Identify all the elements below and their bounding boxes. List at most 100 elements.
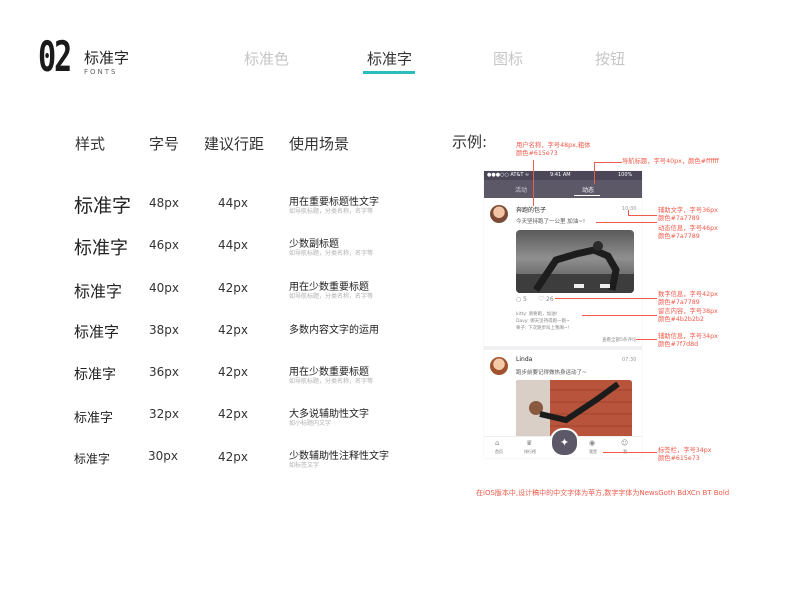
view-all-comments-link[interactable]: 查看全部5条评论 — [602, 337, 636, 343]
annotation-nav-title: 导航标题，字号40px，颜色#ffffff — [622, 158, 719, 165]
comment-user[interactable]: kitty: — [516, 312, 527, 317]
post-time: 07:30 — [622, 357, 637, 363]
tab-colors[interactable]: 标准色 — [244, 48, 289, 69]
post-username[interactable]: Linda — [516, 356, 532, 363]
heart-icon[interactable]: ♡ — [538, 295, 544, 303]
comment-user[interactable]: Davy: — [516, 319, 529, 324]
post-time: 10:30 — [622, 206, 637, 212]
annotation-leader — [582, 315, 657, 316]
tab-fonts[interactable]: 标准字 — [367, 48, 412, 69]
tab-label-home[interactable]: 首页 — [489, 449, 509, 455]
avatar[interactable] — [490, 205, 508, 223]
usage-hint: 如导航标题，分类名称，名字等 — [289, 250, 374, 257]
example-label: 示例: — [452, 133, 488, 151]
post-photo[interactable] — [516, 380, 632, 438]
annotation-leader — [596, 222, 657, 223]
usage-hint: 如导航标题，分类名称，名字等 — [289, 208, 374, 215]
carrier-signal: ●●●○○ AT&T ≈ — [487, 172, 530, 178]
line-height-value: 44px — [218, 196, 248, 210]
annotation-leader — [594, 162, 595, 184]
type-sample: 标准字 — [74, 367, 116, 383]
annotation-comment-content: 留言内容，字号38px 颜色#4b2b2b2 — [658, 308, 718, 323]
run-start-button[interactable]: ✦ — [550, 428, 579, 457]
line-height-value: 44px — [218, 238, 248, 252]
type-sample: 标准字 — [74, 195, 132, 217]
annotation-number-info: 数字信息，字号42px 颜色#7a7789 — [658, 291, 718, 306]
status-bar: ●●●○○ AT&T ≈ 9:41 AM 100% — [484, 171, 642, 180]
post-username[interactable]: 奔跑的包子 — [516, 205, 546, 214]
usage-hint: 如标签文字 — [289, 462, 320, 469]
bottom-tab-bar: ⌂ 首页 ♛ 排行榜 ✦ ◉ 我是 ☺ 我 — [484, 428, 642, 458]
section-subtitle: FONTS — [84, 68, 118, 76]
comment-count: 5 — [523, 296, 527, 303]
annotation-feed-info: 动态信息，字号46px 颜色#7a7789 — [658, 225, 718, 240]
annotation-leader — [533, 160, 534, 206]
globe-icon[interactable]: ◉ — [589, 439, 595, 447]
tab-buttons[interactable]: 按钮 — [595, 48, 625, 69]
workout-illustration — [516, 380, 632, 438]
comment-row: kitty: 真要跑，加油! — [516, 311, 558, 317]
font-size-value: 46px — [149, 238, 179, 252]
usage-hint: 如导航标题，分类名称，名字等 — [289, 378, 374, 385]
trophy-icon[interactable]: ♛ — [526, 439, 532, 447]
annotation-username: 用户名称，字号48px,粗体 颜色#615e73 — [516, 142, 591, 157]
usage-text: 多数内容文字的运用 — [289, 325, 379, 336]
nav-tab-activity[interactable]: 活动 — [515, 185, 527, 194]
usage-hint: 如导航标题，分类名称，名字等 — [289, 293, 374, 300]
tab-label-ranking[interactable]: 排行榜 — [520, 449, 540, 455]
battery-level: 100% — [618, 172, 633, 178]
font-size-value: 32px — [149, 407, 179, 421]
comment-icon[interactable]: ○ — [516, 296, 521, 303]
footnote: 在iOS版本中,设计稿中的中文字体为苹方,数字字体为NewsGoth BdXCn… — [476, 489, 730, 497]
font-size-value: 48px — [149, 196, 179, 210]
type-sample: 标准字 — [74, 452, 111, 466]
font-size-value: 40px — [149, 281, 179, 295]
tab-label-discover[interactable]: 我是 — [583, 449, 603, 455]
line-height-value: 42px — [218, 450, 248, 464]
font-size-value: 30px — [148, 449, 178, 463]
nav-tab-indicator — [574, 195, 600, 196]
comment-user[interactable]: 栗子: — [516, 326, 527, 331]
usage-hint: 如小标题内文字 — [289, 420, 332, 427]
comment-text: 下次跑步叫上我啊~! — [527, 326, 570, 331]
section-number: 02 — [38, 32, 72, 81]
type-sample: 标准字 — [74, 323, 120, 341]
comment-row: Davy: 哪天坚持得跑一跑~ — [516, 318, 570, 324]
annotation-leader — [594, 162, 622, 163]
feed-divider — [484, 346, 642, 350]
column-header-usage: 使用场景 — [289, 135, 350, 153]
annotation-leader — [628, 215, 657, 216]
line-height-value: 42px — [218, 407, 248, 421]
post-text: 今天坚持跑了一公里 加油~! — [516, 219, 586, 225]
type-sample: 标准字 — [74, 282, 123, 301]
user-icon[interactable]: ☺ — [621, 439, 628, 447]
comment-text: 真要跑，加油! — [528, 312, 558, 317]
annotation-leader — [636, 339, 657, 340]
comment-row: 栗子: 下次跑步叫上我啊~! — [516, 325, 570, 331]
column-header-style: 样式 — [75, 135, 106, 153]
line-height-value: 42px — [218, 323, 248, 337]
tab-icons[interactable]: 图标 — [493, 48, 523, 69]
font-size-value: 36px — [149, 365, 179, 379]
runner-silhouette — [516, 241, 634, 293]
type-sample: 标准字 — [74, 411, 114, 426]
font-size-value: 38px — [149, 323, 179, 337]
comment-text: 哪天坚持得跑一跑~ — [530, 319, 570, 324]
post-text: 跑步前要记得做热身运动了~ — [516, 370, 587, 376]
nav-tab-feed[interactable]: 动态 — [582, 185, 594, 194]
home-icon[interactable]: ⌂ — [495, 439, 499, 447]
active-tab-indicator — [363, 71, 415, 74]
type-sample: 标准字 — [74, 238, 128, 259]
section-title: 标准字 — [84, 49, 130, 67]
line-height-value: 42px — [218, 281, 248, 295]
post-photo[interactable] — [516, 230, 634, 293]
annotation-leader — [555, 298, 657, 299]
like-count: 26 — [546, 296, 554, 303]
nav-bar: 活动 动态 — [484, 180, 642, 198]
line-height-value: 42px — [218, 365, 248, 379]
status-time: 9:41 AM — [550, 172, 571, 178]
annotation-aux-info: 辅助信息，字号34px 颜色#7f7d8d — [658, 333, 718, 348]
annotation-leader — [603, 452, 657, 453]
annotation-tab-bar: 标签栏，字号34px 颜色#615e73 — [658, 447, 712, 462]
avatar[interactable] — [490, 357, 508, 375]
